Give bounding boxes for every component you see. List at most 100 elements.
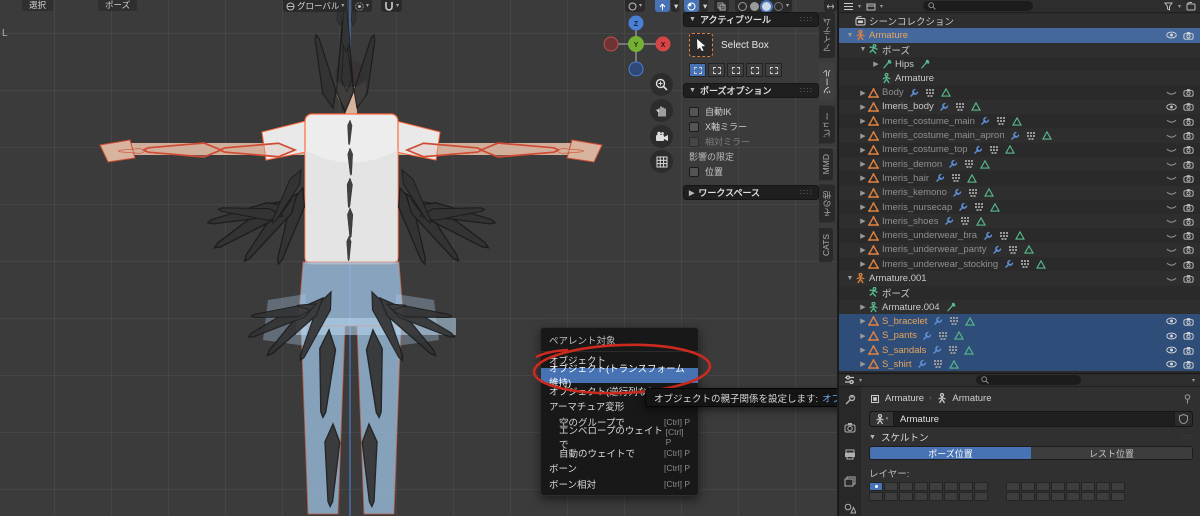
eye-open-icon[interactable] [1166,101,1177,112]
disclosure-toggle[interactable]: ▶ [871,60,881,68]
outliner-row[interactable]: ▶ Imeris_underwear_bra [839,229,1200,243]
layer-cell[interactable] [914,482,928,491]
editor-type-icon[interactable] [843,1,854,12]
outliner-row[interactable]: ▶ Body [839,86,1200,100]
select-tweak-button[interactable] [689,63,706,77]
layer-cell[interactable] [1096,482,1110,491]
eye-open-icon[interactable] [1166,359,1177,370]
outliner-item-name[interactable]: Armature [869,30,908,41]
eye-closed-icon[interactable] [1166,244,1177,255]
context-menu-item[interactable]: 自動のウェイトで [Ctrl] P [541,445,698,461]
outliner-row[interactable]: ▼ Armature.001 [839,271,1200,285]
layer-cell[interactable] [1081,482,1095,491]
outliner-row[interactable]: ▶ Imeris_demon [839,157,1200,171]
filter-caret[interactable]: ▾ [1178,3,1181,10]
shading-caret[interactable]: ▾ [786,0,789,12]
outliner-item-name[interactable]: Imeris_underwear_stocking [882,259,998,270]
3d-viewport[interactable]: 選択 ポーズ グローバル ▾ ▾ ▾ ▾ ▾ ▾ ▾ L Z X Y ▼ アクテ… [0,0,837,516]
eye-open-icon[interactable] [1166,30,1177,41]
properties-editor-icon[interactable] [844,375,855,386]
shading-material-icon[interactable] [762,1,771,11]
disclosure-toggle[interactable]: ▶ [858,160,868,168]
outliner-row[interactable]: Armature [839,71,1200,85]
layer-cell[interactable] [914,492,928,501]
properties-options-caret[interactable]: ▾ [1192,377,1195,384]
display-mode-icon[interactable] [865,1,876,12]
eye-open-icon[interactable] [1166,316,1177,327]
pose-position-button[interactable]: ポーズ位置 [870,447,1031,459]
disclosure-toggle[interactable]: ▶ [858,189,868,197]
disclosure-toggle[interactable]: ▶ [858,217,868,225]
disclosure-toggle[interactable]: ▶ [858,246,868,254]
render-visibility-camera-icon[interactable] [1183,30,1194,41]
layer-cell[interactable] [1066,492,1080,501]
layer-cell[interactable] [1051,492,1065,501]
axis-z-neg-ball[interactable] [628,61,644,77]
layer-cell[interactable] [1021,492,1035,501]
outliner-item-name[interactable]: Body [882,87,904,98]
select-extend-button[interactable] [727,63,744,77]
layer-cell[interactable] [929,492,943,501]
sidebar-tab-ツール[interactable]: ツール [819,63,835,101]
new-collection-icon[interactable] [1185,1,1196,12]
eye-closed-icon[interactable] [1166,202,1177,213]
layer-cell[interactable] [1111,482,1125,491]
render-visibility-camera-icon[interactable] [1183,216,1194,227]
disclosure-toggle[interactable]: ▶ [858,232,868,240]
pose-options-panel-header[interactable]: ▼ ポーズオプション:::: [683,83,819,98]
eye-closed-icon[interactable] [1166,159,1177,170]
render-visibility-camera-icon[interactable] [1183,202,1194,213]
properties-tab-render[interactable] [844,420,856,438]
layer-cell[interactable] [929,482,943,491]
outliner-item-name[interactable]: Armature.004 [882,302,940,313]
outliner-item-name[interactable]: Imeris_costume_main [882,116,975,127]
skeleton-panel-header[interactable]: ▼ スケルトン:::: [861,430,1200,444]
outliner-row[interactable]: ▶ S_shirt [839,357,1200,372]
xray-toggle[interactable] [714,0,729,12]
properties-tab-tool[interactable] [844,393,856,411]
outliner-row[interactable]: ▶ Imeris_costume_main [839,114,1200,128]
disclosure-toggle[interactable]: ▶ [858,360,868,368]
render-visibility-camera-icon[interactable] [1183,187,1194,198]
layer-cell[interactable] [869,492,883,501]
layer-cell[interactable] [959,492,973,501]
render-visibility-camera-icon[interactable] [1183,273,1194,284]
layer-cell[interactable] [959,482,973,491]
properties-search-input[interactable] [976,375,1082,385]
menu-select[interactable]: 選択 [22,0,54,11]
grid-ortho-button[interactable] [650,150,673,173]
outliner-item-name[interactable]: Imeris_kemono [882,187,947,198]
select-box-tool-icon[interactable] [689,33,713,57]
context-menu-item[interactable]: エンベロープのウェイトで [Ctrl] P [541,426,698,451]
disclosure-toggle[interactable]: ▶ [858,132,868,140]
overlay-caret[interactable]: ▾ [700,0,708,12]
fake-user-shield-icon[interactable] [1174,412,1192,426]
outliner-row[interactable]: ▶ Imeris_costume_main_apron [839,128,1200,142]
camera-view-button[interactable] [650,125,673,148]
layer-cell[interactable] [1006,482,1020,491]
eye-closed-icon[interactable] [1166,116,1177,127]
menu-pose[interactable]: ポーズ [98,0,138,11]
outliner-row[interactable]: ▼ Armature [839,28,1200,43]
rest-position-button[interactable]: レスト位置 [1031,447,1192,459]
checkbox[interactable] [689,121,699,132]
overlay-toggle[interactable] [684,0,699,12]
gizmo-toggle[interactable] [655,0,670,12]
render-visibility-camera-icon[interactable] [1183,259,1194,270]
checkbox-row[interactable]: 自動IK [689,104,813,119]
outliner-item-name[interactable]: Imeris_costume_main_apron [882,130,1005,141]
disclosure-toggle[interactable]: ▶ [858,103,868,111]
outliner-row[interactable]: ▶ Imeris_underwear_panty [839,243,1200,257]
outliner-row[interactable]: ▼ ポーズ [839,43,1200,57]
outliner-row[interactable]: ▶ Imeris_kemono [839,186,1200,200]
datablock-name-value[interactable]: Armature [894,414,939,425]
outliner-item-name[interactable]: Imeris_demon [882,159,942,170]
properties-tab-view-layer[interactable] [844,474,856,492]
outliner-item-name[interactable]: Imeris_underwear_bra [882,230,977,241]
disclosure-toggle[interactable]: ▶ [858,346,868,354]
outliner-item-name[interactable]: Armature [895,73,934,84]
layer-cell[interactable] [1036,492,1050,501]
outliner-item-name[interactable]: ポーズ [882,43,910,57]
outliner-row[interactable]: ▶ Imeris_nursecap [839,200,1200,214]
outliner-item-name[interactable]: Hips [895,59,914,70]
